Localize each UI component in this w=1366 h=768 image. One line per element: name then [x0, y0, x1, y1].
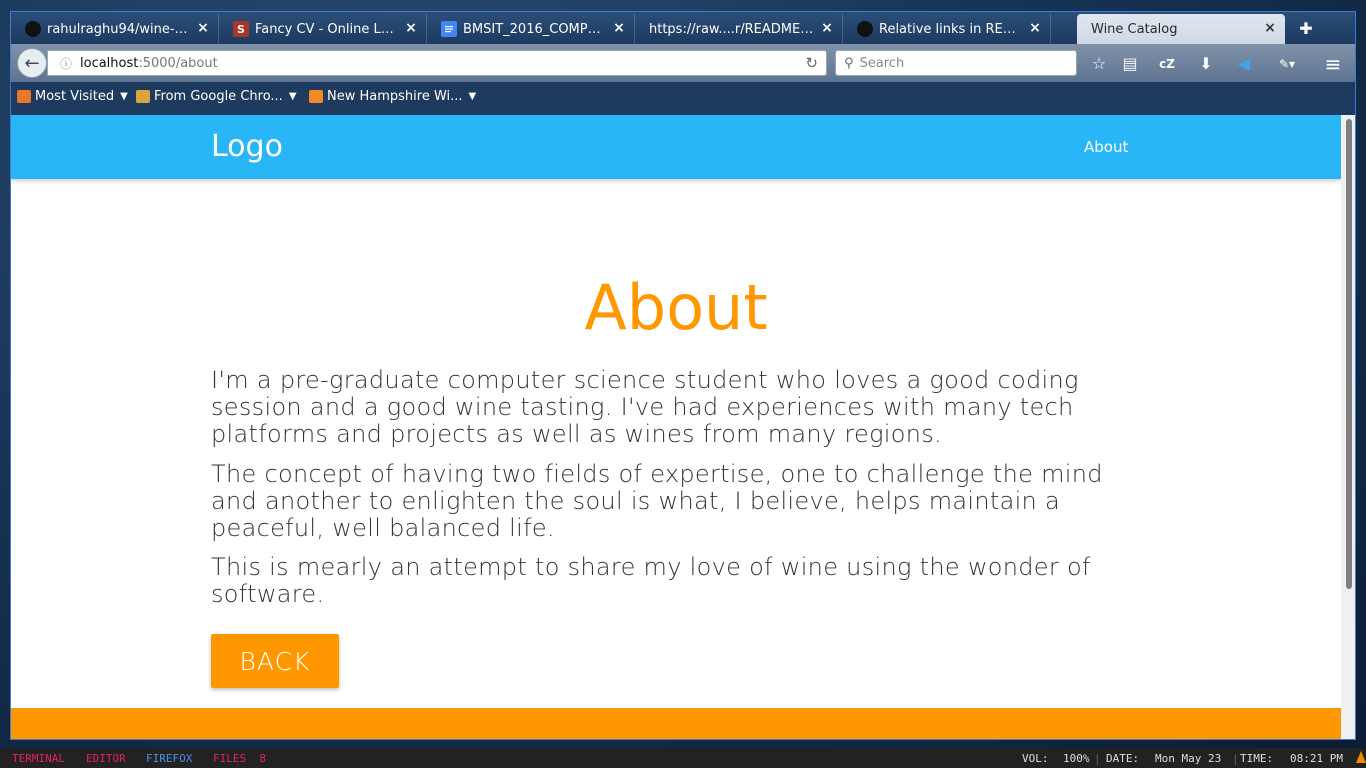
browser-window: rahulraghu94/wine-ca... × S Fancy CV - O…	[10, 11, 1356, 740]
site-header: Logo About	[11, 115, 1341, 179]
tab-title: https://raw....r/README.md	[649, 21, 814, 37]
tab-wine-catalog[interactable]: Wine Catalog ×	[1077, 14, 1285, 44]
google-docs-icon	[441, 21, 457, 37]
folder-icon	[136, 90, 150, 103]
date-value: Mon May 23	[1155, 752, 1222, 765]
vlc-tray-icon[interactable]	[1356, 751, 1366, 763]
tab-github-wine-catalog[interactable]: rahulraghu94/wine-ca... ×	[11, 14, 219, 44]
about-paragraph: I'm a pre-graduate computer science stud…	[211, 366, 1079, 448]
bookmark-folder-google-chrome[interactable]: From Google Chro... ▼	[136, 89, 297, 104]
volume-label: VOL:	[1022, 752, 1049, 765]
workspace-firefox[interactable]: FIREFOX	[146, 752, 192, 765]
download-icon[interactable]: ⬇	[1195, 53, 1217, 75]
tab-title: Wine Catalog	[1091, 21, 1178, 37]
about-paragraph: The concept of having two fields of expe…	[211, 460, 1103, 542]
site-footer	[11, 708, 1341, 739]
close-icon[interactable]: ×	[612, 21, 626, 35]
close-icon[interactable]: ×	[404, 21, 418, 35]
close-icon[interactable]: ×	[1028, 21, 1042, 35]
divider: |	[1232, 752, 1239, 765]
close-icon[interactable]: ×	[1263, 21, 1277, 35]
scrollbar-thumb[interactable]	[1346, 119, 1352, 589]
back-arrow-icon[interactable]: ←	[17, 48, 47, 78]
tab-relative-links[interactable]: Relative links in READ... ×	[843, 14, 1051, 44]
tab-title: Relative links in READ...	[879, 21, 1022, 37]
time-label: TIME:	[1240, 752, 1274, 765]
tab-title: BMSIT_2016_COMPU...	[463, 21, 606, 37]
most-visited-icon	[17, 90, 31, 103]
search-placeholder: Search	[859, 55, 905, 71]
system-status-bar: TERMINAL EDITOR FIREFOX FILES 8 VOL: 100…	[0, 748, 1366, 768]
github-icon	[857, 21, 873, 37]
bookmark-star-icon[interactable]: ☆	[1088, 53, 1110, 75]
time-value: 08:21 PM	[1290, 752, 1343, 765]
page-title: About	[584, 271, 768, 344]
tab-readme-raw[interactable]: https://raw....r/README.md ×	[635, 14, 843, 44]
chevron-down-icon: ▼	[468, 91, 477, 102]
scrollbar[interactable]	[1341, 115, 1355, 739]
info-icon[interactable]: ⓘ	[58, 55, 74, 72]
tab-strip: rahulraghu94/wine-ca... × S Fancy CV - O…	[11, 12, 1355, 44]
rss-feed-icon	[309, 90, 323, 103]
reload-icon[interactable]: ↻	[805, 54, 818, 72]
close-icon[interactable]: ×	[820, 21, 834, 35]
hamburger-menu-icon[interactable]: ≡	[1322, 53, 1344, 75]
date-label: DATE:	[1106, 752, 1140, 765]
workspace-files[interactable]: FILES 8	[213, 752, 266, 765]
navigation-toolbar: ⓘ localhost:5000/about ↻ ← ⚲ Search ☆ ▤ …	[11, 44, 1355, 82]
sharelatex-icon: S	[233, 21, 249, 37]
telegram-icon[interactable]: ◀	[1233, 53, 1255, 75]
github-icon	[25, 21, 41, 37]
page-viewport: Logo About About I'm a pre-graduate comp…	[11, 115, 1341, 739]
bookmark-most-visited[interactable]: Most Visited ▼	[17, 89, 128, 104]
url-bar[interactable]: ⓘ localhost:5000/about ↻	[47, 50, 827, 76]
chevron-down-icon: ▼	[120, 91, 128, 102]
workspace-editor[interactable]: EDITOR	[86, 752, 126, 765]
new-tab-icon[interactable]: ✚	[1297, 20, 1315, 38]
back-button[interactable]: BACK	[211, 634, 339, 688]
tab-title: rahulraghu94/wine-ca...	[47, 21, 190, 37]
reading-list-icon[interactable]: ▤	[1119, 53, 1141, 75]
close-icon[interactable]: ×	[196, 21, 210, 35]
bookmark-rss-new-hampshire[interactable]: New Hampshire Wi... ▼	[309, 89, 476, 104]
cz-extension-icon[interactable]: cZ	[1156, 53, 1178, 75]
search-icon: ⚲	[844, 55, 854, 71]
volume-value: 100%	[1063, 752, 1090, 765]
tab-fancy-cv[interactable]: S Fancy CV - Online LaT... ×	[219, 14, 427, 44]
tab-bmsit[interactable]: BMSIT_2016_COMPU... ×	[427, 14, 635, 44]
search-input[interactable]: ⚲ Search	[835, 50, 1077, 76]
nav-link-about[interactable]: About	[1084, 138, 1128, 156]
tab-title: Fancy CV - Online LaT...	[255, 21, 398, 37]
divider: |	[1094, 752, 1101, 765]
bookmarks-toolbar: Most Visited ▼ From Google Chro... ▼ New…	[11, 82, 1355, 114]
site-logo[interactable]: Logo	[211, 129, 283, 164]
url-text: localhost:5000/about	[80, 55, 218, 71]
extension-menu-icon[interactable]: ✎▾	[1269, 53, 1305, 75]
about-paragraph: This is mearly an attempt to share my lo…	[211, 553, 1091, 608]
workspace-terminal[interactable]: TERMINAL	[12, 752, 65, 765]
chevron-down-icon: ▼	[288, 91, 297, 102]
